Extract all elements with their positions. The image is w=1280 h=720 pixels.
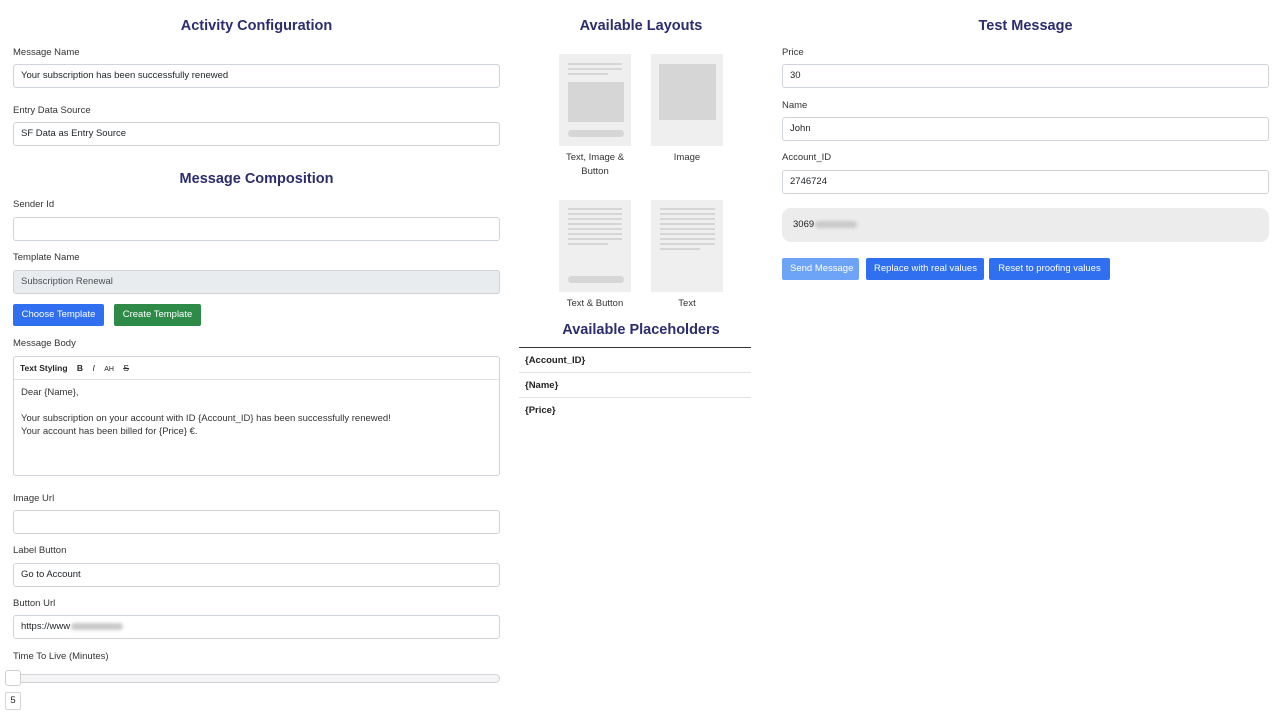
account-id-label: Account_ID [782, 152, 832, 163]
text-line-glyph [568, 68, 622, 70]
redacted-blur [815, 220, 858, 228]
text-line-glyph [660, 228, 715, 230]
text-line-glyph [660, 233, 715, 235]
layout-caption-line: Text & Button [566, 298, 624, 309]
text-line-glyph [660, 223, 715, 225]
create-template-button[interactable]: Create Template [114, 304, 201, 326]
text-line-glyph [660, 213, 715, 215]
text-line-glyph [568, 63, 622, 65]
replace-with-real-values-button[interactable]: Replace with real values [866, 258, 984, 280]
text-styling-menu[interactable]: Text Styling [20, 363, 68, 373]
layout-caption: Text [641, 297, 733, 311]
message-composition-heading: Message Composition [179, 171, 334, 187]
text-line-glyph [660, 218, 715, 220]
button-url-label: Button Url [13, 598, 56, 609]
body-line: Dear {Name}, [21, 387, 79, 398]
body-line: Your account has been billed for {Price}… [21, 426, 198, 437]
text-line-glyph [660, 208, 715, 210]
label-button-label: Label Button [13, 545, 67, 556]
placeholder-item[interactable]: {Account_ID} [519, 348, 751, 373]
body-line: Your subscription on your account with I… [21, 413, 391, 424]
image-glyph [659, 64, 716, 120]
redacted-blur [71, 622, 124, 630]
layout-text[interactable] [651, 200, 723, 292]
button-url-value: https://www [21, 621, 71, 632]
sender-id-label: Sender Id [13, 199, 55, 210]
available-placeholders-heading: Available Placeholders [562, 322, 720, 338]
editor-toolbar: Text Styling B I AH S [14, 357, 499, 380]
text-line-glyph [660, 243, 715, 245]
layout-caption: Text & Button [549, 297, 641, 311]
template-name-label: Template Name [13, 252, 80, 263]
choose-template-button[interactable]: Choose Template [13, 304, 104, 326]
layout-caption-line: Button [581, 166, 609, 177]
message-body-editor[interactable]: Text Styling B I AH S Dear {Name}, Your … [13, 356, 500, 476]
phone-number-input[interactable]: 3069 [782, 208, 1269, 242]
text-line-glyph [568, 238, 622, 240]
entry-data-source-input[interactable]: SF Data as Entry Source [13, 122, 500, 146]
font-size-button[interactable]: AH [104, 366, 114, 373]
layout-image[interactable] [651, 54, 723, 146]
body-line [21, 399, 492, 412]
sender-id-input[interactable] [13, 217, 500, 241]
message-body-text[interactable]: Dear {Name}, Your subscription on your a… [14, 380, 499, 444]
layout-caption-line: Text, Image & [565, 152, 625, 163]
text-line-glyph [568, 228, 622, 230]
send-message-button[interactable]: Send Message [782, 258, 859, 280]
message-name-input[interactable]: Your subscription has been successfully … [13, 64, 500, 88]
layout-caption-line: Image [673, 152, 701, 163]
label-button-input[interactable]: Go to Account [13, 563, 500, 587]
price-label: Price [782, 47, 804, 58]
name-label: Name [782, 100, 808, 111]
message-name-label: Message Name [13, 47, 80, 58]
available-layouts-heading: Available Layouts [579, 18, 703, 34]
activity-configuration-heading: Activity Configuration [180, 18, 333, 34]
account-id-input[interactable]: 2746724 [782, 170, 1269, 194]
entry-data-source-label: Entry Data Source [13, 105, 91, 116]
text-line-glyph [568, 218, 622, 220]
image-url-input[interactable] [13, 510, 500, 534]
strikethrough-button[interactable]: S [123, 363, 129, 373]
text-line-glyph [568, 208, 622, 210]
reset-to-proofing-values-button[interactable]: Reset to proofing values [989, 258, 1110, 280]
template-name-input: Subscription Renewal [13, 270, 500, 294]
time-to-live-slider-handle[interactable] [5, 670, 21, 686]
text-line-glyph [660, 248, 700, 250]
layout-text-image-button[interactable] [559, 54, 631, 146]
italic-button[interactable]: I [92, 363, 94, 373]
text-line-glyph [568, 243, 608, 245]
text-line-glyph [568, 233, 622, 235]
text-line-glyph [568, 223, 622, 225]
bold-button[interactable]: B [77, 363, 83, 373]
layout-text-button[interactable] [559, 200, 631, 292]
button-url-input[interactable]: https://www [13, 615, 500, 639]
message-body-label: Message Body [13, 338, 76, 349]
image-glyph [568, 82, 624, 122]
time-to-live-value: 5 [5, 692, 21, 710]
button-glyph [568, 276, 624, 283]
time-to-live-label: Time To Live (Minutes) [13, 651, 109, 662]
button-glyph [568, 130, 624, 137]
image-url-label: Image Url [13, 493, 55, 504]
text-line-glyph [568, 73, 608, 75]
text-line-glyph [660, 238, 715, 240]
layout-caption: Text, Image & Button [549, 151, 641, 179]
placeholder-item[interactable]: {Price} [519, 398, 751, 423]
time-to-live-slider-track[interactable] [13, 674, 500, 683]
layout-caption: Image [641, 151, 733, 165]
text-line-glyph [568, 213, 622, 215]
name-input[interactable]: John [782, 117, 1269, 141]
layout-caption-line: Text [678, 298, 696, 309]
placeholder-item[interactable]: {Name} [519, 373, 751, 398]
price-input[interactable]: 30 [782, 64, 1269, 88]
phone-number-value: 3069 [793, 219, 815, 230]
test-message-heading: Test Message [978, 18, 1073, 34]
